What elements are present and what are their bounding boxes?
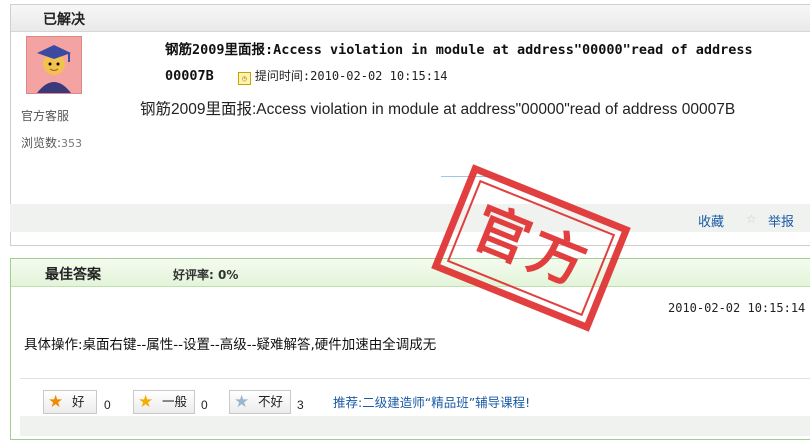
star-half-icon: ★ xyxy=(138,392,154,412)
answer-header: 最佳答案 好评率: 0% xyxy=(11,259,810,287)
promo-link[interactable]: 推荐:二级建造师“精品班”辅导课程! xyxy=(333,392,530,411)
vote-bad-button[interactable]: ★ 不好 xyxy=(229,390,291,414)
rating: 好评率: 0% xyxy=(173,266,238,283)
views-number: 353 xyxy=(61,137,83,150)
divider xyxy=(20,378,810,379)
question-header: 已解决 xyxy=(11,5,810,32)
author-name[interactable]: 官方客服 xyxy=(21,107,69,124)
question-footer: 收藏 ☆ 举报 xyxy=(10,204,810,232)
vote-label: 一般 xyxy=(162,394,188,409)
report-link[interactable]: 举报 xyxy=(768,211,794,230)
views-label: 浏览数: xyxy=(21,136,62,150)
rating-label: 好评率: xyxy=(173,268,214,282)
star-outline-icon: ☆ xyxy=(746,212,757,226)
answer-time: 2010-02-02 10:15:14 xyxy=(668,301,806,315)
vote-neutral-button[interactable]: ★ 一般 xyxy=(133,390,195,414)
vote-label: 不好 xyxy=(258,394,284,409)
vote-neutral-count: 0 xyxy=(201,398,208,412)
question-time: 2010-02-02 10:15:14 xyxy=(310,69,448,83)
rating-value: 0% xyxy=(218,268,239,282)
question-title: 钢筋2009里面报:Access violation in module at … xyxy=(165,37,785,89)
vote-good-button[interactable]: ★ 好 xyxy=(43,390,97,414)
best-answer-title: 最佳答案 xyxy=(45,267,101,283)
favorite-link[interactable]: 收藏 xyxy=(698,211,724,230)
answer-body: 具体操作:桌面右键--属性--设置--高级--疑难解答,硬件加速由全调成无 xyxy=(24,337,437,353)
answer-footer xyxy=(20,416,810,436)
vote-good-count: 0 xyxy=(104,398,111,412)
question-time-label: 提问时间: xyxy=(254,69,311,83)
question-title-text: 钢筋2009里面报:Access violation in module at … xyxy=(165,42,753,84)
star-good-icon: ★ xyxy=(48,392,64,412)
clock-icon: ◷ xyxy=(237,72,251,85)
vote-bad-count: 3 xyxy=(297,398,304,412)
status-header: 已解决 xyxy=(43,12,85,28)
avatar[interactable] xyxy=(26,36,82,94)
vote-label: 好 xyxy=(72,394,85,409)
question-body: 钢筋2009里面报:Access violation in module at … xyxy=(140,101,736,118)
star-empty-icon: ★ xyxy=(234,392,250,412)
view-count: 浏览数:353 xyxy=(21,134,82,151)
